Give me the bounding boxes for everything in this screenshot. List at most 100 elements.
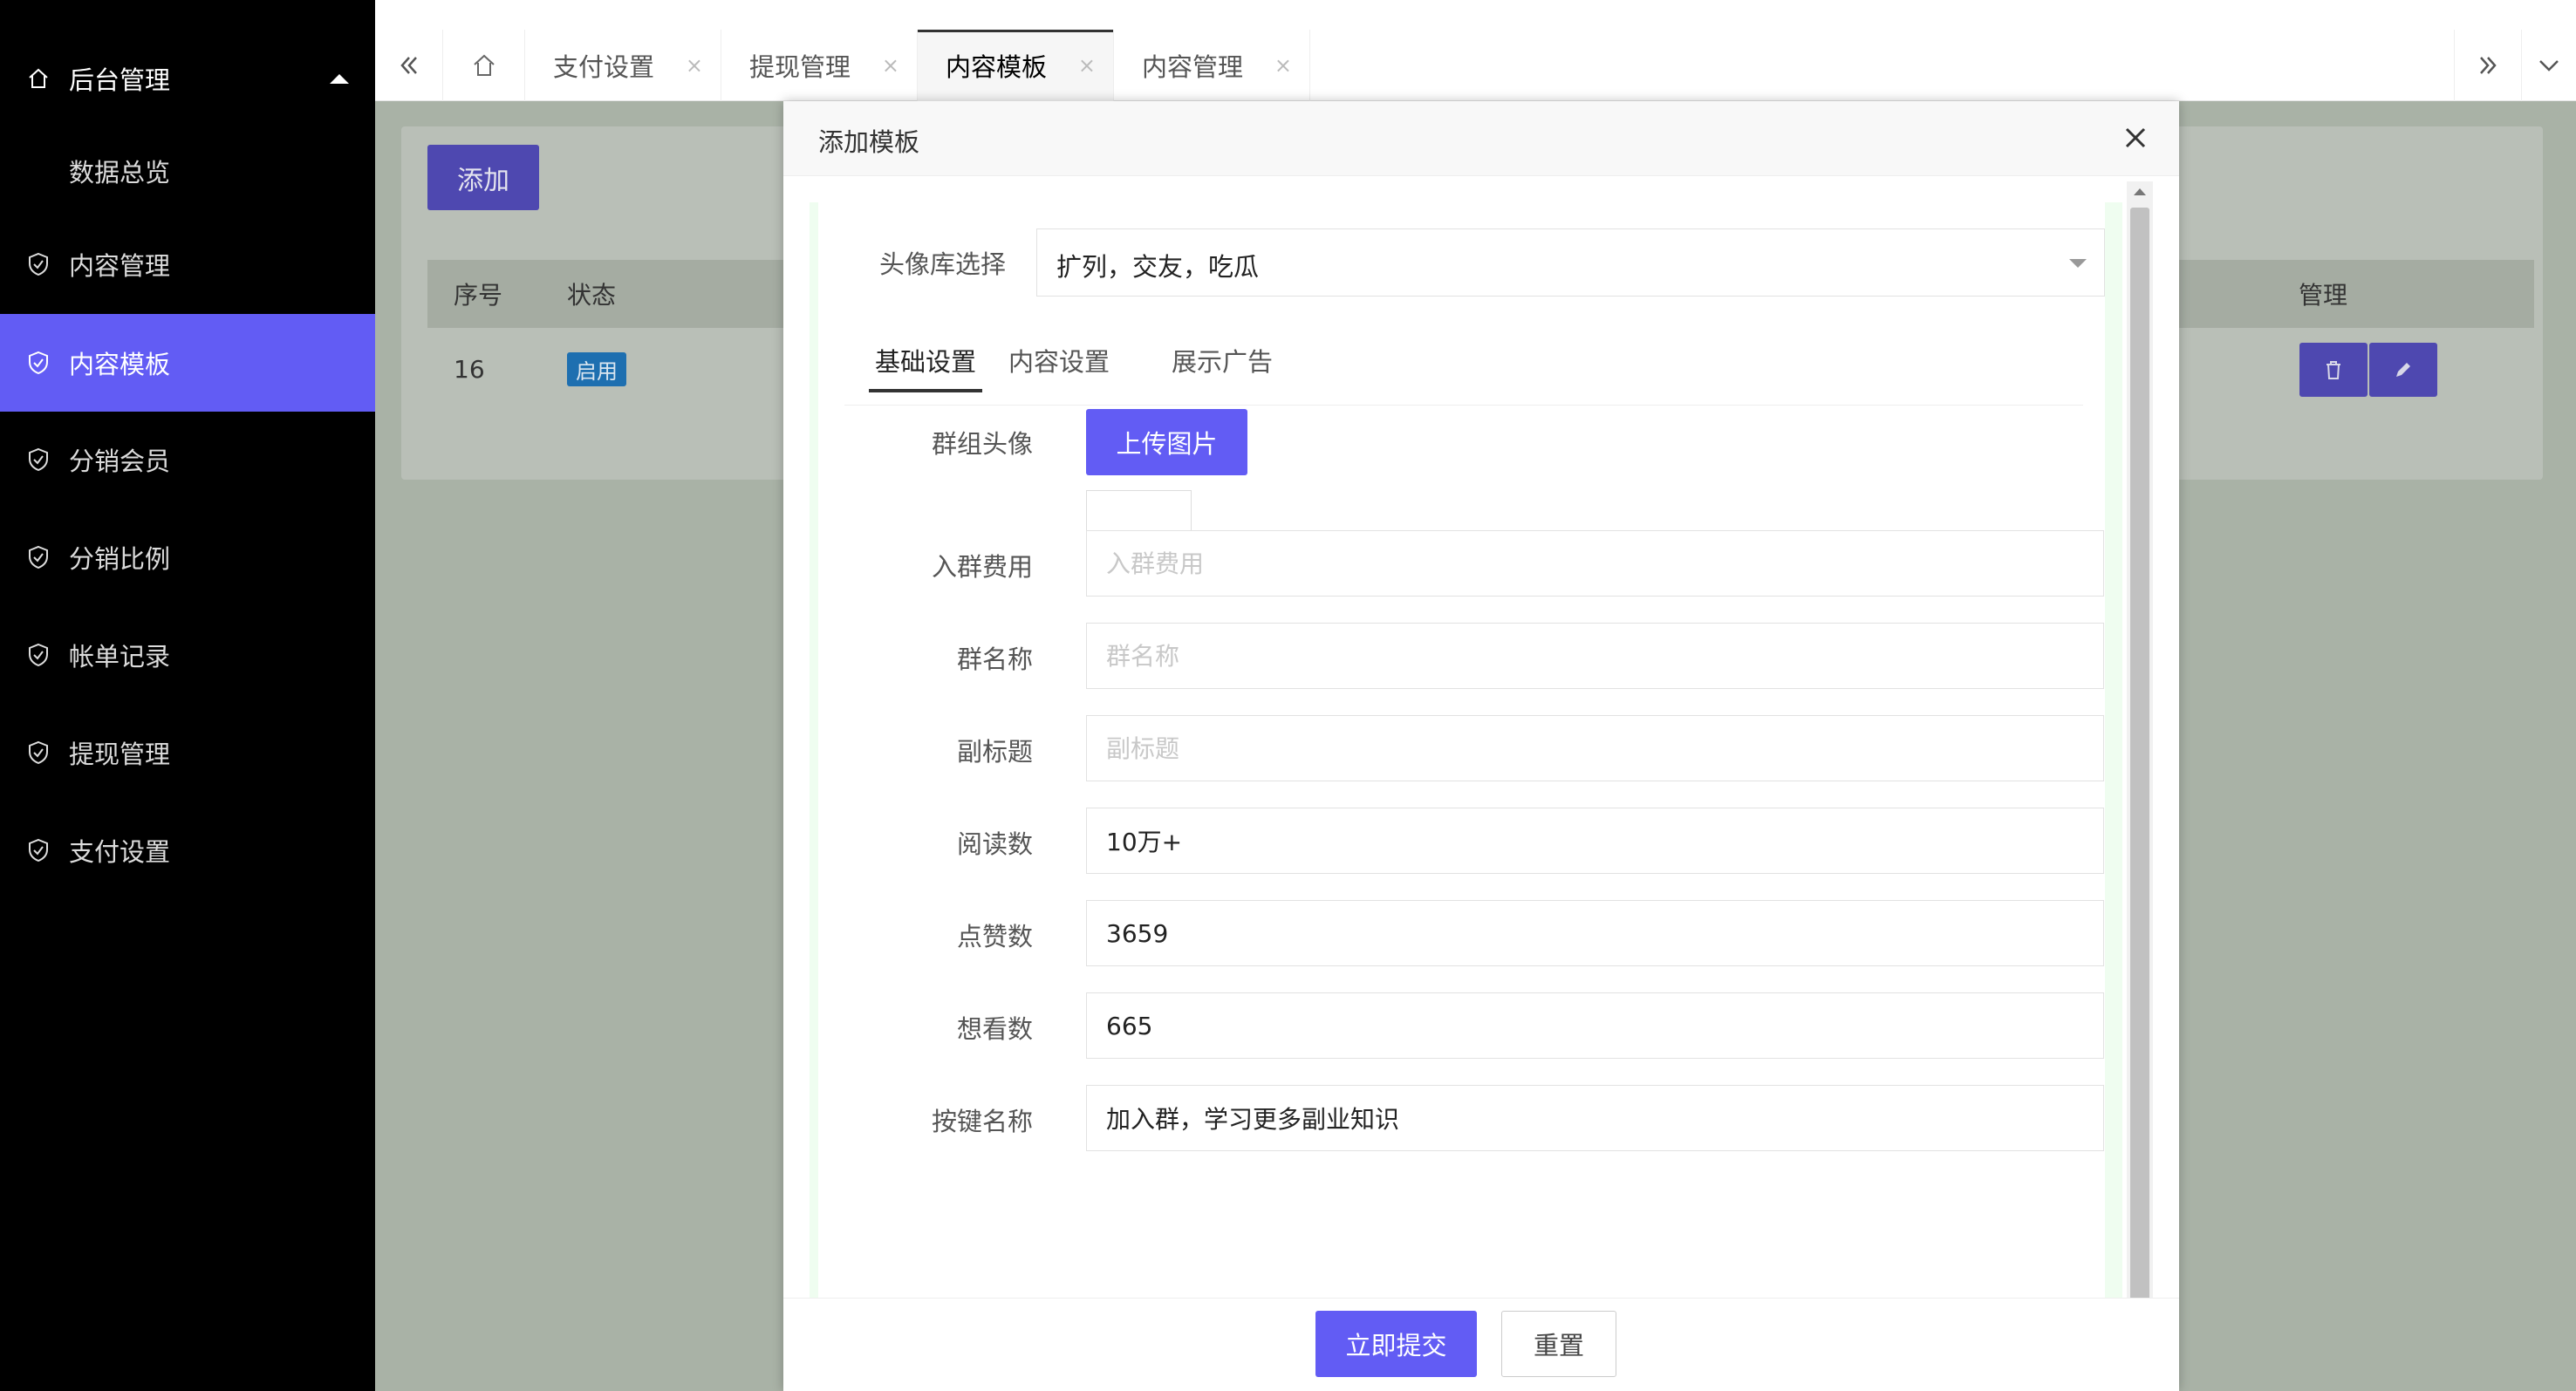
- add-template-modal: 添加模板 头像库选择 扩列，交友，吃瓜 基础设置 内容设置 展示广告 群组头像 …: [783, 101, 2179, 1391]
- home-icon: [26, 66, 51, 91]
- modal-footer: 立即提交 重置: [783, 1298, 2179, 1391]
- sidebar-group-label: 后台管理: [69, 65, 171, 95]
- modal-body: 头像库选择 扩列，交友，吃瓜 基础设置 内容设置 展示广告 群组头像 上传图片 …: [810, 202, 2122, 1298]
- shield-check-icon: [26, 740, 51, 765]
- shield-check-icon: [26, 545, 51, 569]
- sidebar-item-content-template[interactable]: 内容模板: [0, 314, 375, 412]
- tab-label: 支付设置: [553, 52, 655, 82]
- like-count-input[interactable]: [1086, 900, 2104, 966]
- sidebar-group-admin[interactable]: 后台管理: [0, 30, 375, 127]
- tab-divider: [844, 405, 2083, 406]
- close-icon[interactable]: ×: [686, 53, 703, 78]
- shield-check-icon: [26, 447, 51, 472]
- upload-image-button[interactable]: 上传图片: [1086, 409, 1247, 475]
- reset-button[interactable]: 重置: [1501, 1311, 1616, 1377]
- avatar-library-value: 扩列，交友，吃瓜: [1056, 252, 1260, 282]
- tab-payment-settings[interactable]: 支付设置 ×: [525, 30, 721, 101]
- tab-withdraw-manage[interactable]: 提现管理 ×: [721, 30, 918, 101]
- chevron-down-icon: [2069, 259, 2087, 268]
- tab-label: 内容模板: [946, 52, 1048, 82]
- sidebar-item-label: 分销比例: [69, 544, 171, 574]
- tab-label: 基础设置: [874, 347, 976, 377]
- avatar-library-label: 头像库选择: [879, 249, 1007, 279]
- shield-check-icon: [26, 838, 51, 863]
- row-id: 16: [454, 354, 485, 384]
- tabs-menu-button[interactable]: [2522, 30, 2576, 101]
- sidebar-item-distribution-ratio[interactable]: 分销比例: [0, 508, 375, 606]
- modal-header: 添加模板: [783, 101, 2179, 176]
- caret-up-icon: [330, 73, 349, 84]
- tabs-scroll-left-button[interactable]: [375, 30, 443, 101]
- pencil-icon: [2396, 363, 2410, 377]
- tab-content-manage[interactable]: 内容管理 ×: [1114, 30, 1310, 101]
- home-icon: [473, 54, 495, 76]
- sidebar-item-payment-settings[interactable]: 支付设置: [0, 801, 375, 899]
- close-icon[interactable]: ×: [882, 53, 899, 78]
- double-chevron-right-icon: [2480, 57, 2497, 74]
- top-header: [375, 0, 2576, 30]
- tab-bar: 支付设置 × 提现管理 × 内容模板 × 内容管理 ×: [375, 30, 2576, 101]
- shield-check-icon: [26, 643, 51, 667]
- column-header-manage: 管理: [2299, 281, 2348, 310]
- trash-icon: [2327, 361, 2340, 379]
- column-header-id: 序号: [454, 281, 503, 310]
- group-name-label: 群名称: [957, 644, 1034, 674]
- want-see-count-input[interactable]: [1086, 992, 2104, 1059]
- close-icon[interactable]: ×: [1274, 53, 1292, 78]
- tab-basic-settings[interactable]: 基础设置: [869, 331, 982, 392]
- shield-check-icon: [26, 252, 51, 276]
- scroll-up-icon: [2134, 188, 2146, 195]
- submit-button[interactable]: 立即提交: [1315, 1311, 1477, 1377]
- sidebar-item-label: 提现管理: [69, 740, 171, 769]
- tab-label: 展示广告: [1172, 347, 1274, 377]
- sidebar-item-bill-records[interactable]: 帐单记录: [0, 606, 375, 704]
- sidebar-item-label: 支付设置: [69, 837, 171, 867]
- column-header-status: 状态: [567, 281, 617, 310]
- avatar-library-select[interactable]: 扩列，交友，吃瓜: [1036, 228, 2105, 297]
- tab-display-ads[interactable]: 展示广告: [1172, 331, 1273, 392]
- read-count-input[interactable]: [1086, 808, 2104, 874]
- sidebar-item-content-manage[interactable]: 内容管理: [0, 215, 375, 313]
- sidebar-item-withdraw-manage[interactable]: 提现管理: [0, 704, 375, 801]
- group-avatar-label: 群组头像: [932, 429, 1034, 459]
- tabs-scroll-right-button[interactable]: [2454, 30, 2522, 101]
- add-button[interactable]: 添加: [427, 145, 539, 210]
- read-count-label: 阅读数: [957, 829, 1034, 859]
- join-fee-label: 入群费用: [932, 552, 1034, 582]
- tab-content-template[interactable]: 内容模板 ×: [918, 30, 1114, 101]
- modal-close-button[interactable]: [2118, 120, 2153, 155]
- shield-check-icon: [26, 351, 51, 375]
- button-name-input[interactable]: [1086, 1085, 2104, 1151]
- modal-scrollbar[interactable]: [2127, 181, 2153, 1391]
- tab-content-settings[interactable]: 内容设置: [1008, 331, 1110, 392]
- sidebar-item-label: 帐单记录: [69, 642, 171, 672]
- delete-button[interactable]: [2299, 343, 2368, 397]
- scroll-thumb[interactable]: [2130, 208, 2149, 1376]
- close-icon: [2125, 127, 2146, 148]
- sidebar-item-label: 内容模板: [69, 350, 171, 379]
- tab-label: 提现管理: [749, 52, 851, 82]
- group-name-input[interactable]: [1086, 623, 2104, 689]
- edit-button[interactable]: [2369, 343, 2437, 397]
- subtitle-label: 副标题: [957, 737, 1034, 767]
- sidebar-item-label: 内容管理: [69, 251, 171, 281]
- home-tab-button[interactable]: [443, 30, 525, 101]
- join-fee-input[interactable]: [1086, 530, 2104, 597]
- sidebar: 后台管理 数据总览 内容管理 内容模板 分销会员 分销比例 帐单记录 提现管理 …: [0, 0, 375, 1391]
- tab-label: 内容设置: [1008, 347, 1110, 377]
- like-count-label: 点赞数: [957, 922, 1034, 951]
- modal-title: 添加模板: [818, 127, 920, 157]
- want-see-count-label: 想看数: [957, 1014, 1034, 1044]
- double-chevron-left-icon: [400, 57, 417, 74]
- status-badge: 启用: [567, 351, 626, 386]
- sidebar-item-label: 数据总览: [69, 158, 171, 188]
- tab-label: 内容管理: [1142, 52, 1244, 82]
- sidebar-item-distribution-members[interactable]: 分销会员: [0, 411, 375, 508]
- sidebar-item-data-overview[interactable]: 数据总览: [0, 122, 375, 220]
- chevron-down-icon: [2539, 60, 2559, 72]
- close-icon[interactable]: ×: [1078, 53, 1096, 78]
- button-name-label: 按键名称: [932, 1107, 1034, 1136]
- form-panel: 头像库选择 扩列，交友，吃瓜 基础设置 内容设置 展示广告 群组头像 上传图片 …: [818, 202, 2105, 1298]
- sidebar-item-label: 分销会员: [69, 447, 171, 476]
- subtitle-input[interactable]: [1086, 715, 2104, 781]
